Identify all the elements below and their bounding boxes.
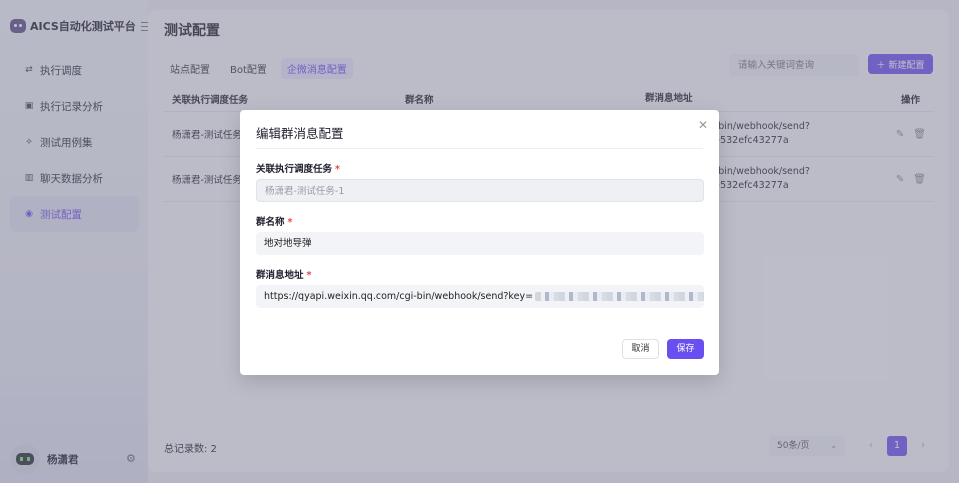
save-button[interactable]: 保存 bbox=[667, 339, 704, 359]
required-mark: * bbox=[287, 217, 293, 228]
group-name-label-text: 群名称 bbox=[256, 217, 285, 228]
webhook-label-text: 群消息地址 bbox=[256, 270, 304, 281]
edit-message-config-dialog: 编辑群消息配置 ✕ 关联执行调度任务 * 杨潇君-测试任务-1 群名称 * 地对地导… bbox=[240, 110, 719, 375]
group-name-label: 群名称 * bbox=[256, 214, 292, 228]
webhook-value: https://qyapi.weixin.qq.com/cgi-bin/webh… bbox=[264, 291, 534, 302]
redacted-key bbox=[535, 292, 704, 301]
webhook-field[interactable]: https://qyapi.weixin.qq.com/cgi-bin/webh… bbox=[256, 285, 704, 308]
task-field: 杨潇君-测试任务-1 bbox=[256, 179, 704, 202]
required-mark: * bbox=[306, 270, 312, 281]
close-icon[interactable]: ✕ bbox=[698, 118, 708, 132]
required-mark: * bbox=[335, 164, 340, 175]
divider bbox=[256, 148, 703, 149]
webhook-label: 群消息地址 * bbox=[256, 267, 311, 281]
task-label-text: 关联执行调度任务 bbox=[256, 164, 333, 175]
cancel-button[interactable]: 取消 bbox=[622, 339, 659, 359]
task-label: 关联执行调度任务 * bbox=[256, 161, 340, 175]
group-name-field[interactable]: 地对地导弹 bbox=[256, 232, 704, 255]
dialog-title: 编辑群消息配置 bbox=[256, 126, 344, 141]
